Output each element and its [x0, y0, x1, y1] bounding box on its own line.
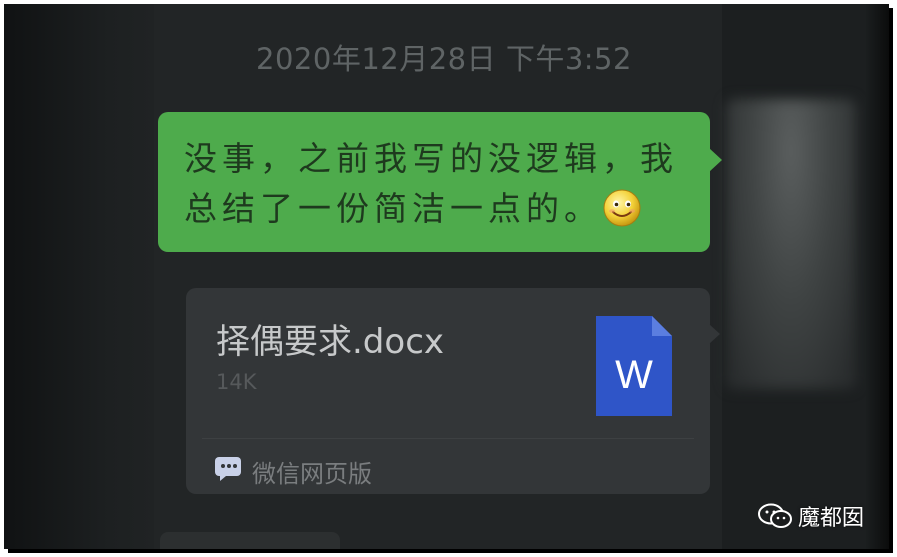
message-line-1: 没事，之前我写的没逻辑，我 [184, 139, 678, 178]
screen-edge [866, 4, 889, 549]
left-blurred-area [4, 4, 154, 549]
word-icon-letter: W [615, 353, 653, 397]
source-label: 微信网页版 [252, 460, 372, 488]
bubble-tail [709, 324, 720, 344]
watermark-label: 魔都囡 [798, 506, 865, 531]
chat-bubble-icon [215, 457, 241, 481]
file-name: 择偶要求.docx [216, 322, 445, 362]
outgoing-text-message[interactable]: 没事，之前我写的没逻辑，我 总结了一份简洁一点的。 [158, 112, 722, 252]
file-size: 14K [216, 370, 257, 394]
screen-frame: 2020年12月28日 下午3:52 没事，之前我写的没逻辑，我 总结了一份简洁… [4, 4, 889, 549]
message-line-2: 总结了一份简洁一点的。 [184, 189, 602, 228]
next-message-partial [160, 532, 340, 549]
message-timestamp: 2020年12月28日 下午3:52 [256, 42, 632, 76]
watermark: 魔都囡 [758, 500, 864, 532]
card-divider [202, 438, 694, 439]
wechat-icon [758, 503, 792, 528]
file-message-card[interactable]: 择偶要求.docx 14K W 微信网页版 [186, 288, 720, 494]
avatar[interactable] [726, 99, 856, 389]
smiley-emoji-icon [603, 189, 641, 227]
bubble-tail [709, 148, 722, 172]
message-text: 没事，之前我写的没逻辑，我 总结了一份简洁一点的。 [184, 134, 694, 234]
word-doc-icon: W [596, 316, 672, 416]
